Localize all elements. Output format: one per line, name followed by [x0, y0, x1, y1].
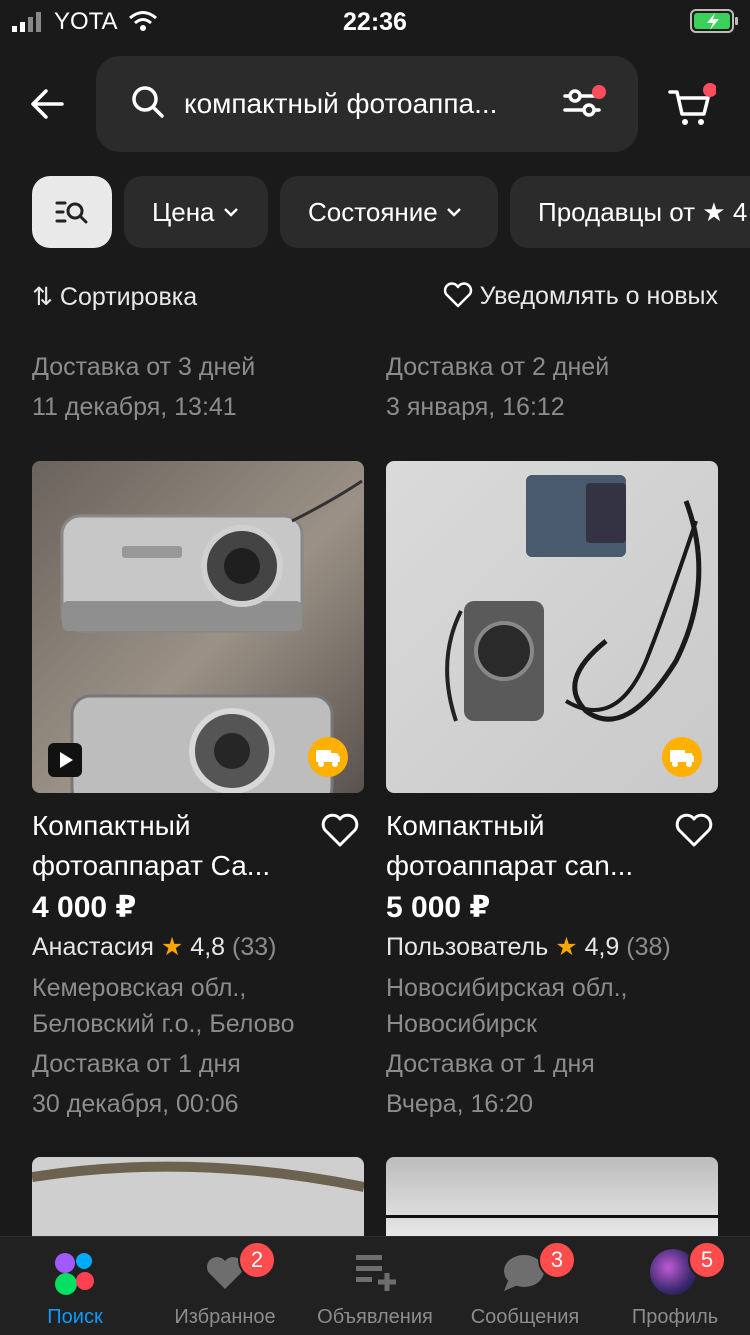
delivery-truck-icon: [662, 737, 702, 777]
listing-price: 5 000 ₽: [386, 891, 491, 924]
listing-title[interactable]: Компактный фотоаппарат Са...: [32, 806, 312, 886]
messages-badge: 3: [538, 1241, 576, 1279]
seller-info[interactable]: Пользователь ★ 4,9 (38): [386, 932, 671, 962]
tab-listings[interactable]: Объявления: [300, 1237, 450, 1335]
listing-delivery: Доставка от 1 дня: [386, 1050, 595, 1078]
chevron-down-icon: [446, 208, 461, 217]
search-query[interactable]: компактный фотоаппа...: [184, 88, 534, 120]
back-arrow-icon[interactable]: [28, 84, 68, 124]
prev-delivery-right: Доставка от 2 дней: [386, 353, 610, 381]
prev-date-left: 11 декабря, 13:41: [32, 393, 237, 421]
prev-date-right: 3 января, 16:12: [386, 393, 565, 421]
status-bar: YOTA 22:36: [0, 0, 750, 44]
video-play-icon: [48, 743, 82, 777]
listing-location: Новосибирская обл., Новосибирск: [386, 974, 628, 1038]
tab-profile[interactable]: 5 Профиль: [600, 1237, 750, 1335]
add-listing-icon: [356, 1255, 396, 1291]
filter-settings-icon[interactable]: [562, 82, 608, 124]
tab-search[interactable]: Поиск: [0, 1237, 150, 1335]
listing-date: 30 декабря, 00:06: [32, 1090, 239, 1118]
seller-info[interactable]: Анастасия ★ 4,8 (33): [32, 932, 276, 962]
sort-arrows-icon: ⇅: [32, 283, 53, 311]
listing-price: 4 000 ₽: [32, 891, 137, 924]
sort-button[interactable]: ⇅ Сортировка: [32, 282, 197, 312]
notify-new-button[interactable]: Уведомлять о новых: [443, 282, 718, 311]
search-field[interactable]: компактный фотоаппа...: [96, 56, 638, 152]
chip-price[interactable]: Цена: [124, 176, 268, 248]
profile-badge: 5: [688, 1241, 726, 1279]
heart-bell-icon: [443, 282, 472, 308]
filters-button[interactable]: [32, 176, 112, 248]
star-icon: ★: [555, 933, 578, 961]
star-icon: ★: [160, 933, 184, 961]
cart-icon[interactable]: [666, 80, 716, 130]
tab-bar: Поиск 2 Избранное Объявления 3 Сообщения…: [0, 1236, 750, 1335]
listing-image[interactable]: [32, 1157, 364, 1237]
favorites-badge: 2: [238, 1241, 276, 1279]
listing-title[interactable]: Компактный фотоаппарат can...: [386, 806, 666, 886]
favorite-heart-icon[interactable]: [674, 810, 714, 850]
listing-date: Вчера, 16:20: [386, 1090, 534, 1118]
chevron-down-icon: [223, 208, 238, 217]
battery-icon: [690, 9, 738, 33]
avito-logo-icon: [55, 1253, 94, 1295]
favorite-heart-icon[interactable]: [320, 810, 360, 850]
delivery-truck-icon: [308, 737, 348, 777]
listing-image[interactable]: [386, 461, 718, 793]
listing-delivery: Доставка от 1 дня: [32, 1050, 241, 1078]
filter-list-search-icon: [55, 201, 88, 224]
listing-location: Кемеровская обл., Беловский г.о., Белово: [32, 974, 295, 1038]
search-icon: [132, 86, 164, 118]
tab-messages[interactable]: 3 Сообщения: [450, 1237, 600, 1335]
tab-favorites[interactable]: 2 Избранное: [150, 1237, 300, 1335]
listing-image[interactable]: [386, 1157, 718, 1237]
prev-delivery-left: Доставка от 3 дней: [32, 353, 256, 381]
listing-image[interactable]: [32, 461, 364, 793]
chip-sellers[interactable]: Продавцы от ★ 4: [510, 176, 750, 248]
chip-condition[interactable]: Состояние: [280, 176, 498, 248]
clock: 22:36: [343, 8, 407, 36]
